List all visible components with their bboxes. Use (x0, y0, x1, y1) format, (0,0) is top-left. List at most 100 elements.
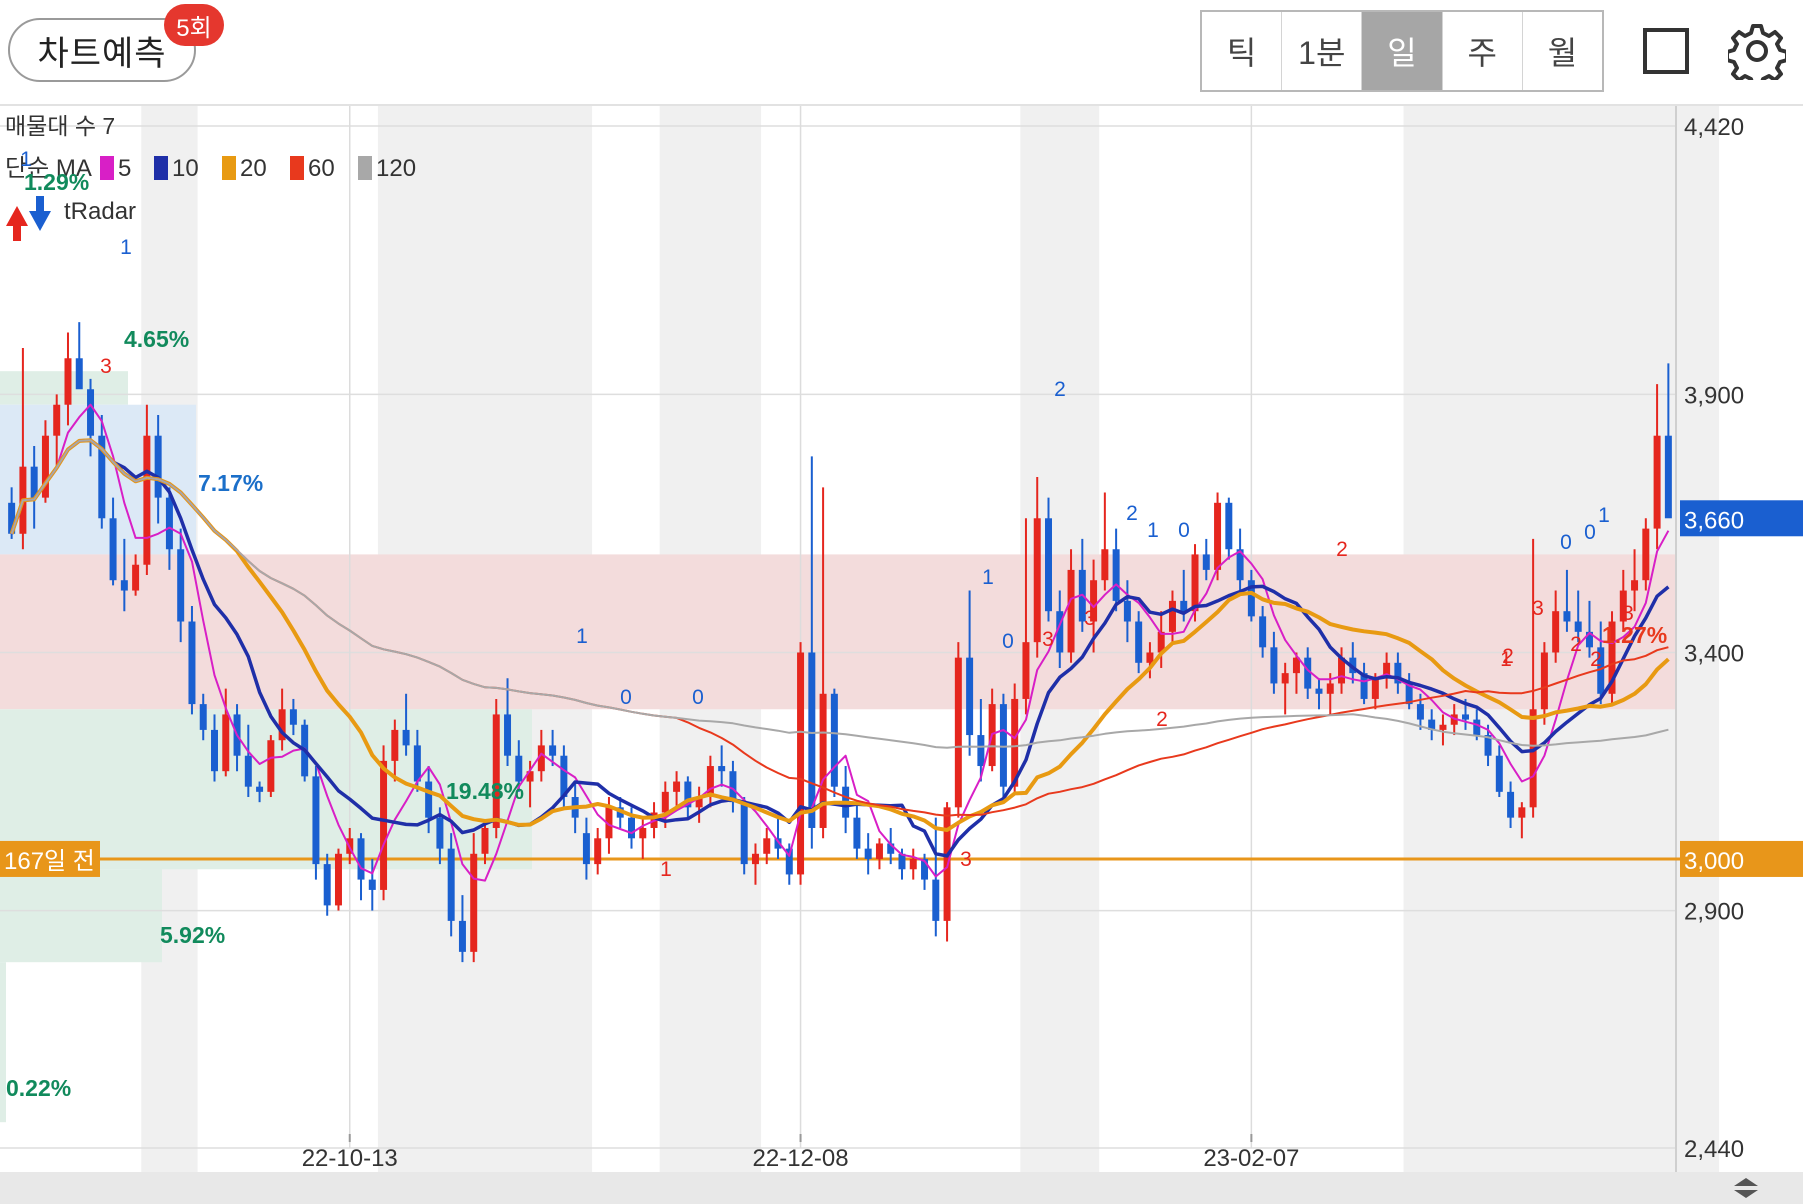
candle-body (244, 755, 252, 787)
candle-body (447, 848, 455, 921)
candle-body (763, 838, 771, 854)
x-tick-label: 22-12-08 (753, 1145, 849, 1172)
percent-label: 7.17% (198, 470, 263, 496)
candle-body (1529, 709, 1537, 808)
candle-body (932, 879, 940, 921)
candle-body (188, 621, 196, 705)
radar-buy-arrow-icon (6, 206, 28, 241)
candle-body (875, 843, 883, 859)
period-tab-month[interactable]: 월 (1523, 12, 1602, 90)
candle-body (1112, 549, 1120, 601)
candle-body (1473, 719, 1481, 736)
percent-label: 0.22% (6, 1075, 71, 1101)
candle-body (661, 791, 669, 813)
candle-body (402, 729, 410, 746)
period-tab-tick[interactable]: 틱 (1202, 12, 1283, 90)
ma-legend-period: 60 (308, 155, 335, 182)
ma-legend-period: 10 (172, 155, 199, 182)
period-tab-minute[interactable]: 1분 (1282, 12, 1363, 90)
signal-number: 3 (1042, 628, 1054, 651)
candle-body (549, 745, 557, 756)
period-tab-week[interactable]: 주 (1443, 12, 1523, 90)
signal-number: 1 (20, 148, 32, 171)
predict-count-badge: 5회 (164, 4, 224, 46)
candle-body (830, 693, 838, 787)
candle-body (751, 853, 759, 865)
candle-body (1495, 755, 1503, 792)
candle-body (87, 389, 95, 436)
period-tab-day[interactable]: 일 (1362, 12, 1443, 90)
reference-value: 3,000 (1684, 848, 1744, 875)
candle-body (1067, 569, 1075, 653)
signal-number: 1 (660, 858, 672, 881)
candle-body (1214, 502, 1222, 570)
candle-body (1135, 621, 1143, 663)
candle-body (1123, 600, 1131, 622)
percent-label: 1.27% (1602, 622, 1667, 648)
candle-body (458, 920, 466, 952)
candle-body (797, 652, 805, 875)
candle-body (1563, 611, 1571, 622)
candle-body (1326, 683, 1334, 694)
volume-zone-green-2 (0, 869, 162, 963)
candle-body (75, 358, 83, 390)
ma-legend-swatch (358, 156, 372, 180)
candle-body (120, 580, 128, 591)
candle-body (909, 858, 917, 870)
x-axis-strip (0, 1172, 1803, 1204)
candle-body (819, 693, 827, 828)
signal-number: 1 (120, 236, 132, 259)
gear-icon[interactable] (1728, 22, 1786, 80)
radar-sell-arrow-icon (29, 196, 51, 231)
candle-body (706, 766, 714, 798)
candle-body (436, 817, 444, 849)
candle-body (1416, 704, 1424, 720)
signal-number: 3 (1084, 607, 1096, 630)
ma-legend-period: 20 (240, 155, 267, 182)
signal-number: 1 (1500, 648, 1512, 671)
candle-body (1168, 600, 1176, 632)
candle-body (481, 827, 489, 854)
candle-body (334, 853, 342, 906)
signal-number: 2 (1054, 378, 1066, 401)
y-tick-label: 3,900 (1684, 382, 1744, 409)
candle-body (109, 518, 117, 581)
candle-body (1315, 688, 1323, 694)
candle-body (504, 714, 512, 756)
signal-number: 3 (1622, 602, 1634, 625)
percent-label: 19.48% (446, 778, 524, 804)
candle-body (64, 358, 72, 405)
y-tick-label: 3,400 (1684, 640, 1744, 667)
candle-body (1507, 791, 1515, 818)
y-tick-label: 2,900 (1684, 899, 1744, 926)
square-icon[interactable] (1643, 28, 1689, 74)
y-tick-label: 4,420 (1684, 114, 1744, 141)
candle-body (222, 714, 230, 772)
candle-body (425, 781, 433, 818)
signal-number: 0 (1584, 521, 1596, 544)
ma-legend-swatch (100, 156, 114, 180)
candle-body (1033, 518, 1041, 643)
percent-label: 1.29% (24, 169, 89, 195)
candle-body (1180, 600, 1188, 612)
candle-body (966, 657, 974, 736)
candle-body (267, 740, 275, 792)
x-tick-label: 23-02-07 (1203, 1145, 1299, 1172)
ma-legend-period: 5 (118, 155, 131, 182)
candle-body (1462, 714, 1469, 720)
candle-body (977, 735, 985, 767)
signal-number: 1 (1147, 519, 1159, 542)
current-price-label: 3,660 (1684, 507, 1744, 534)
chart-toolbar: 차트예측 5회 틱 1분 일 주 월 (0, 0, 1803, 106)
candle-body (323, 864, 331, 906)
ma-legend-period: 120 (376, 155, 416, 182)
x-tick-label: 22-10-13 (302, 1145, 398, 1172)
candle-body (1270, 647, 1278, 684)
scroll-handle-icon[interactable] (1730, 1176, 1762, 1200)
candle-body (380, 760, 388, 890)
price-chart[interactable]: 167일 전 3,0003,660매물대 수 7단순 MA 5 10 20 60 120tR… (0, 106, 1803, 1172)
candle-body (1552, 611, 1560, 653)
candle-body (1540, 652, 1548, 710)
candle-body (154, 435, 162, 498)
signal-number: 2 (1336, 538, 1348, 561)
